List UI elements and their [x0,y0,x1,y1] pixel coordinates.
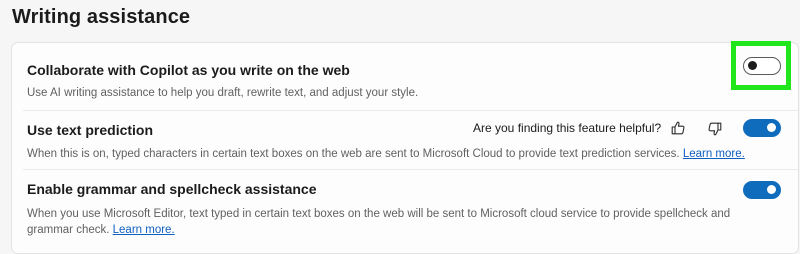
text-prediction-description-text: When this is on, typed characters in cer… [27,148,680,160]
grammar-toggle[interactable] [743,181,781,199]
copilot-setting-description: Use AI writing assistance to help you dr… [27,87,419,99]
divider [23,110,798,111]
writing-assistance-card: Collaborate with Copilot as you write on… [11,42,799,254]
toggle-knob [767,123,776,132]
thumbs-down-icon[interactable] [707,121,723,137]
feedback-question: Are you finding this feature helpful? [473,121,662,135]
text-prediction-learn-more-link[interactable]: Learn more. [683,148,745,160]
section-title: Writing assistance [12,6,191,28]
text-prediction-toggle[interactable] [743,119,781,137]
grammar-setting-title: Enable grammar and spellcheck assistance [27,181,317,197]
text-prediction-setting-title: Use text prediction [27,122,154,138]
text-prediction-setting-description: When this is on, typed characters in cer… [27,146,787,162]
thumbs-up-icon[interactable] [670,120,686,136]
grammar-learn-more-link[interactable]: Learn more. [113,224,175,236]
copilot-setting-title: Collaborate with Copilot as you write on… [27,62,350,78]
toggle-knob [767,185,776,194]
grammar-setting-description: When you use Microsoft Editor, text type… [27,206,737,238]
divider [23,169,798,170]
highlight-box [731,41,791,90]
